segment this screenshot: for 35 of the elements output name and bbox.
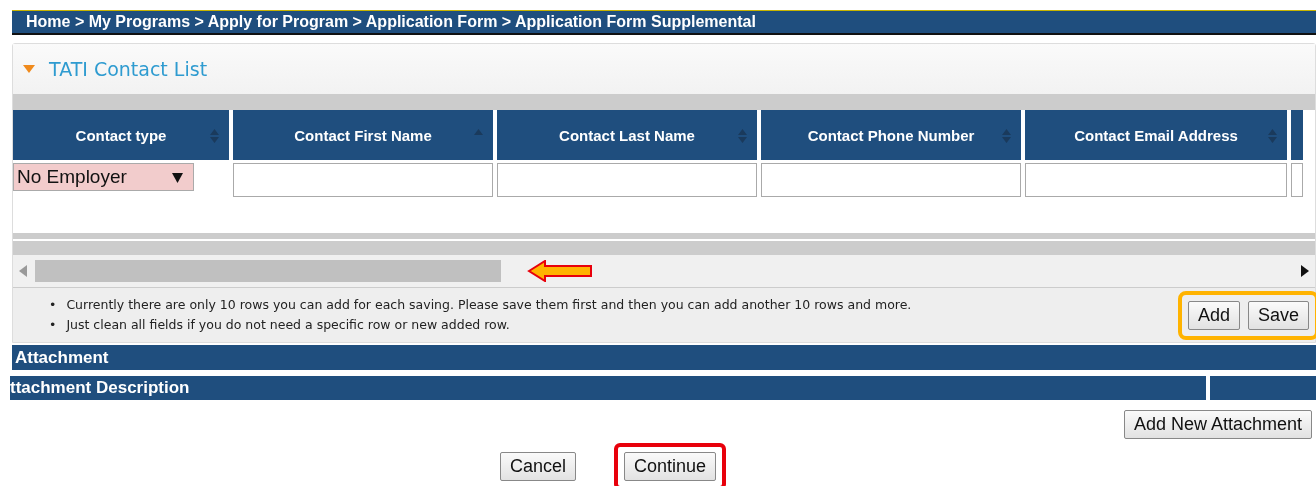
action-button[interactable]: Save xyxy=(1247,300,1309,330)
input-field[interactable] xyxy=(761,163,1021,197)
input-field[interactable] xyxy=(233,163,493,197)
footer-button[interactable]: Cancel xyxy=(499,452,576,481)
column-header[interactable]: Contact Email Address xyxy=(1025,110,1287,160)
sort-icon[interactable] xyxy=(1268,129,1277,143)
input-field[interactable] xyxy=(1025,163,1287,197)
column-header[interactable]: Contact First Name xyxy=(233,110,493,160)
add-attachment-button[interactable]: Add New Attachment xyxy=(1123,410,1312,439)
breadcrumb[interactable]: Home > My Programs > Apply for Program > Application Form > Application Form Supplemental xyxy=(12,10,1316,35)
note-text: Currently there are only 10 rows you can add for each saving. Please save them first and then you can add another 10 rows and more. xyxy=(66,297,912,313)
section-title: Attachment xyxy=(12,345,1316,370)
column-header[interactable]: Contact Last Name xyxy=(497,110,757,160)
sort-icon[interactable] xyxy=(738,129,747,143)
scrollbar-thumb[interactable] xyxy=(35,260,501,282)
footer-button[interactable]: Continue xyxy=(624,452,717,481)
contact-type-dropdown[interactable]: No Employer xyxy=(13,163,194,191)
column-header: ttachment Description xyxy=(10,376,1206,400)
column-header[interactable]: Contact Phone Number xyxy=(761,110,1021,160)
sort-icon[interactable] xyxy=(210,129,219,143)
note-text: Just clean all fields if you do not need a specific row or new added row. xyxy=(66,317,510,333)
scroll-right-icon[interactable] xyxy=(1301,265,1309,277)
input-field[interactable] xyxy=(497,163,757,197)
column-header xyxy=(1291,110,1303,160)
caret-down-icon[interactable] xyxy=(23,65,35,73)
dropdown-caret-icon[interactable] xyxy=(172,171,183,183)
scroll-left-icon[interactable] xyxy=(19,265,27,277)
column-header[interactable]: Contact type xyxy=(13,110,229,160)
bullet: • xyxy=(49,317,57,333)
action-button[interactable]: Add xyxy=(1187,300,1240,330)
input-field[interactable] xyxy=(1291,163,1303,197)
sort-ascending-icon[interactable] xyxy=(474,129,483,135)
sort-icon[interactable] xyxy=(1002,129,1011,143)
bullet: • xyxy=(49,297,57,313)
arrow-icon xyxy=(527,260,593,282)
